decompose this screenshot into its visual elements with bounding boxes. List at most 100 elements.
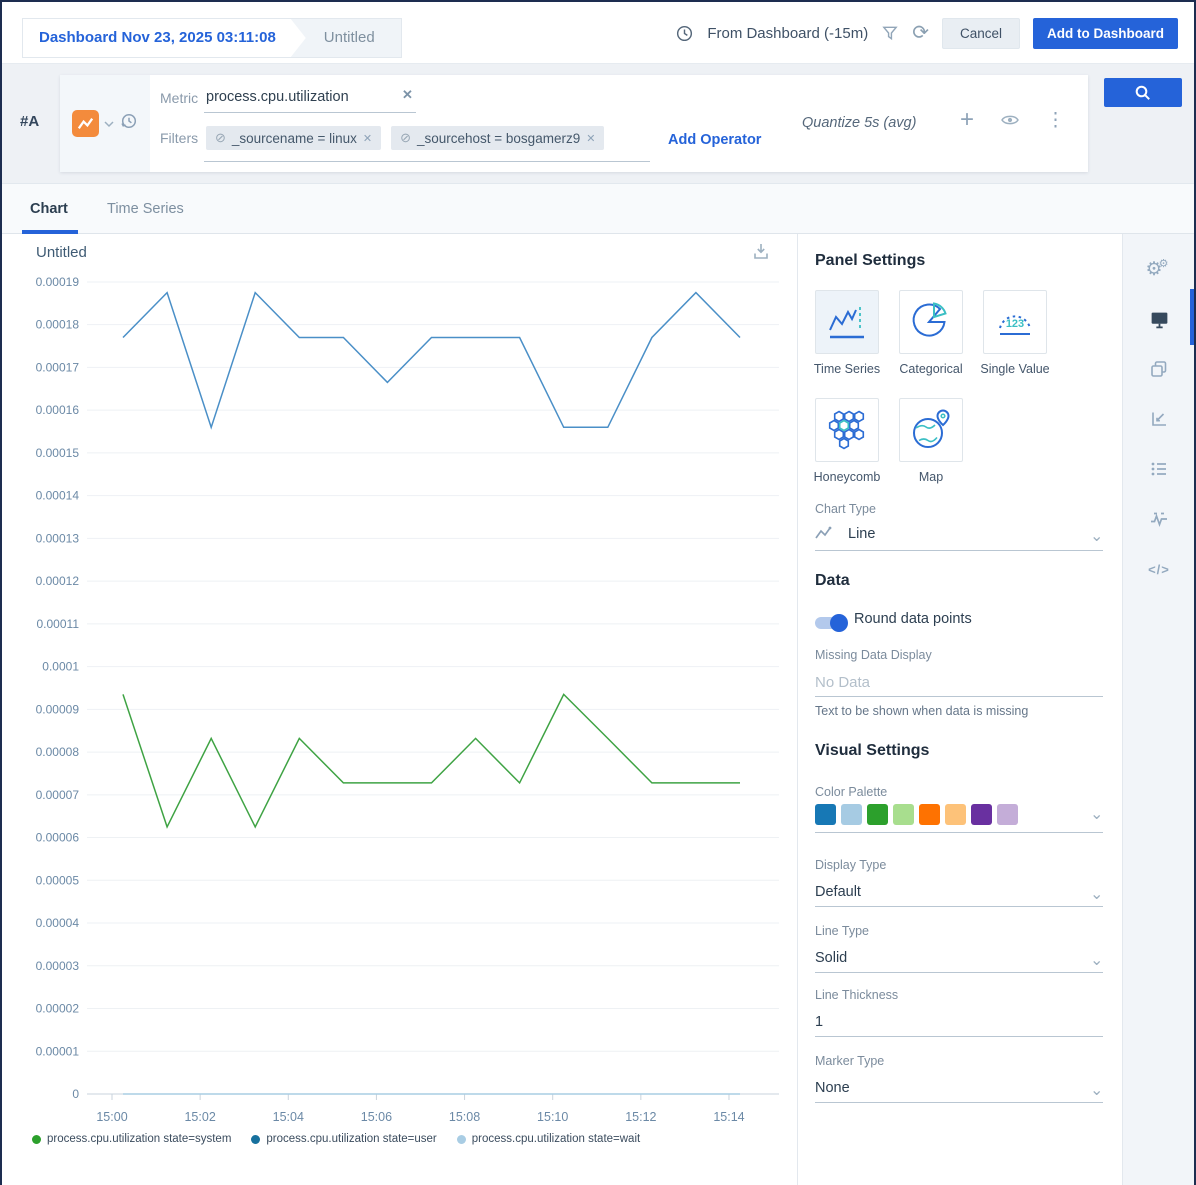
exclude-icon[interactable]: ⊘: [400, 130, 411, 146]
chevron-down-icon[interactable]: ⌄: [1090, 526, 1103, 546]
y-tick-label: 0.00001: [36, 1044, 80, 1058]
general-settings-icon[interactable]: ⚙ ⚙: [1123, 247, 1195, 291]
legend-label: process.cpu.utilization state=user: [266, 1133, 437, 1145]
chevron-down-icon[interactable]: ⌄: [1090, 884, 1103, 904]
tile-map[interactable]: [899, 398, 963, 462]
chevron-down-icon[interactable]: ⌄: [1090, 950, 1103, 970]
marker-type-dropdown[interactable]: None: [815, 1080, 850, 1096]
tile-time-series[interactable]: [815, 290, 879, 354]
categorical-pie-icon: [912, 302, 947, 337]
y-tick-label: 0.00003: [36, 959, 80, 973]
round-data-points-toggle[interactable]: [815, 614, 848, 632]
y-tick-label: 0.00009: [36, 702, 80, 716]
tile-label: Map: [918, 470, 944, 484]
y-tick-label: 0.00014: [36, 489, 80, 503]
tile-single-value[interactable]: 123: [983, 290, 1047, 354]
palette-swatch: [893, 804, 914, 825]
palette-swatch: [815, 804, 836, 825]
visual-settings-title: Visual Settings: [815, 742, 930, 759]
legend-dot: [456, 1134, 466, 1144]
metrics-query-icon[interactable]: [71, 110, 99, 137]
missing-data-label: Missing Data Display: [815, 648, 932, 662]
display-settings-icon[interactable]: [1123, 297, 1195, 341]
y-tick-label: 0.00016: [36, 403, 80, 417]
filters-underline: [204, 161, 650, 162]
metric-clear-icon[interactable]: ✕: [402, 87, 413, 103]
line-thickness-input[interactable]: 1: [815, 1014, 823, 1030]
right-icon-rail: ⚙ ⚙ </>: [1122, 234, 1194, 1185]
palette-swatch: [919, 804, 940, 825]
missing-data-input[interactable]: No Data: [815, 674, 870, 691]
series-line: [122, 291, 741, 430]
remove-filter-icon[interactable]: ✕: [586, 132, 595, 145]
query-bar: #A Metric process.cpu.utilization ✕ Filt…: [2, 64, 1194, 184]
panel-settings: Panel Settings 123 Time Series Categoric…: [797, 234, 1122, 1185]
tile-label: Honeycomb: [813, 470, 881, 484]
x-tick-label: 15:12: [625, 1110, 656, 1124]
display-type-dropdown[interactable]: Default: [815, 884, 861, 900]
line-type-label: Line Type: [815, 924, 869, 938]
eye-icon[interactable]: [1000, 113, 1020, 127]
palette-swatch: [945, 804, 966, 825]
y-tick-label: 0.00012: [36, 574, 80, 588]
data-section-title: Data: [815, 572, 850, 589]
code-view-icon[interactable]: </>: [1123, 547, 1195, 591]
legend-label: process.cpu.utilization state=wait: [471, 1133, 641, 1145]
cancel-button[interactable]: Cancel: [941, 17, 1020, 49]
legend-item[interactable]: process.cpu.utilization state=user: [251, 1133, 437, 1145]
legend-item[interactable]: process.cpu.utilization state=wait: [456, 1133, 641, 1145]
chevron-down-icon[interactable]: ⌄: [1090, 804, 1103, 824]
time-range-selector[interactable]: From Dashboard (-15m): [707, 25, 868, 42]
single-value-gauge-icon: 123: [999, 315, 1031, 335]
color-palette-dropdown[interactable]: [815, 804, 1018, 825]
add-operator-link[interactable]: Add Operator: [668, 132, 761, 148]
chart-type-dropdown[interactable]: Line: [848, 526, 875, 542]
filter-chip[interactable]: ⊘ _sourcename = linux ✕: [206, 126, 382, 150]
palette-swatch: [997, 804, 1018, 825]
refresh-icon[interactable]: ⟳: [912, 23, 929, 43]
filter-icon[interactable]: [881, 24, 899, 42]
duplicate-panel-icon[interactable]: [1123, 347, 1195, 391]
exclude-icon[interactable]: ⊘: [215, 130, 226, 146]
map-globe-icon: [913, 409, 950, 448]
y-tick-label: 0.0001: [42, 660, 79, 674]
chevron-down-icon[interactable]: ⌄: [1090, 1080, 1103, 1100]
chevron-down-icon[interactable]: [103, 115, 114, 133]
palette-swatch: [971, 804, 992, 825]
svg-text:123: 123: [1006, 318, 1024, 330]
breadcrumb-panel[interactable]: Untitled: [306, 19, 401, 57]
legend-item[interactable]: process.cpu.utilization state=system: [32, 1133, 231, 1145]
breadcrumb-dashboard[interactable]: Dashboard Nov 23, 2025 03:11:08: [23, 19, 306, 57]
export-icon[interactable]: [750, 240, 772, 265]
add-to-dashboard-button[interactable]: Add to Dashboard: [1033, 17, 1178, 49]
line-thickness-label: Line Thickness: [815, 988, 899, 1002]
x-tick-label: 15:08: [449, 1110, 480, 1124]
remove-filter-icon[interactable]: ✕: [363, 132, 372, 145]
tile-honeycomb[interactable]: [815, 398, 879, 462]
legend-settings-icon[interactable]: [1123, 447, 1195, 491]
y-tick-label: 0.00011: [37, 617, 80, 631]
x-tick-label: 15:02: [184, 1110, 215, 1124]
input-underline: [815, 696, 1103, 697]
run-search-button[interactable]: [1104, 78, 1182, 107]
tab-time-series[interactable]: Time Series: [107, 201, 184, 217]
y-tick-label: 0.00018: [36, 318, 80, 332]
missing-data-help: Text to be shown when data is missing: [815, 704, 1029, 718]
query-history-icon[interactable]: [119, 111, 139, 136]
kebab-menu-icon[interactable]: ⋮: [1046, 111, 1065, 130]
add-query-icon[interactable]: +: [960, 108, 974, 132]
metric-input[interactable]: process.cpu.utilization: [206, 89, 349, 105]
line-type-dropdown[interactable]: Solid: [815, 950, 847, 966]
line-chart[interactable]: 0 0.00001 0.00002 0.00003 0.00004 0.00005 0.00…: [2, 234, 797, 1129]
tile-categorical[interactable]: [899, 290, 963, 354]
query-card: Metric process.cpu.utilization ✕ Filters…: [60, 75, 1088, 172]
input-underline: [815, 1036, 1103, 1037]
axes-settings-icon[interactable]: [1123, 397, 1195, 441]
toggle-knob: [830, 614, 848, 632]
filter-chip[interactable]: ⊘ _sourcehost = bosgamerz9 ✕: [391, 126, 605, 150]
quantize-setting[interactable]: Quantize 5s (avg): [802, 115, 916, 131]
threshold-settings-icon[interactable]: [1123, 497, 1195, 541]
clock-icon: [675, 24, 694, 43]
tab-chart[interactable]: Chart: [30, 201, 68, 217]
metric-input-underline: [204, 112, 416, 113]
